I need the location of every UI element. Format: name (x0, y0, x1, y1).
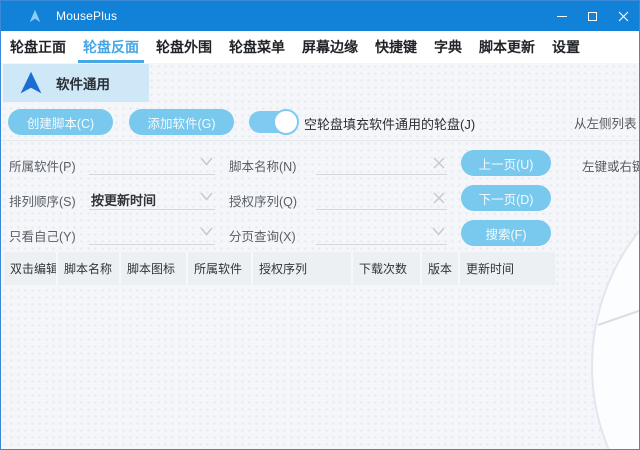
close-icon (618, 11, 629, 22)
tab-label: 轮盘外围 (156, 37, 212, 57)
toolbar-divider (1, 140, 639, 141)
main-tab-bar: 轮盘正面 轮盘反面 轮盘外围 轮盘菜单 屏幕边缘 快捷键 字典 脚本更新 设置 (1, 31, 639, 63)
owner-software-dropdown[interactable] (89, 151, 215, 175)
previous-page-button[interactable]: 上一页(U) (461, 150, 551, 176)
tab-label: 快捷键 (375, 37, 417, 57)
column-header-double-click-edit: 双击编辑 (4, 252, 58, 285)
section-title: 软件通用 (56, 73, 110, 93)
window-controls (546, 1, 639, 31)
sort-order-dropdown[interactable]: 按更新时间 (89, 186, 215, 210)
tab-wheel-outer[interactable]: 轮盘外围 (155, 31, 213, 63)
window-title: MousePlus (56, 9, 117, 23)
filter-row-3: 只看自己(Y) 分页查询(X) 搜索(F) (1, 219, 639, 249)
script-name-label: 脚本名称(N) (229, 156, 296, 175)
fill-empty-wheel-toggle-label[interactable]: 空轮盘填充软件通用的轮盘(J) (304, 114, 475, 133)
content-area: 软件通用 创建脚本(C) 添加软件(G) 空轮盘填充软件通用的轮盘(J) 从左侧… (1, 63, 639, 449)
column-header-script-name: 脚本名称 (58, 252, 121, 285)
toggle-knob (273, 109, 299, 135)
maximize-button[interactable] (577, 1, 608, 31)
column-header-version: 版本 (422, 252, 460, 285)
tab-label: 轮盘反面 (83, 37, 139, 57)
title-bar: MousePlus (1, 1, 639, 31)
filter-row-1: 所属软件(P) 脚本名称(N) 上一页(U) 左键或右键 (1, 149, 639, 179)
tab-label: 字典 (434, 37, 462, 57)
tab-label: 脚本更新 (479, 37, 535, 57)
license-serial-input[interactable] (316, 186, 447, 210)
fill-empty-wheel-toggle[interactable] (249, 111, 297, 133)
minimize-icon (557, 16, 567, 17)
tab-dictionary[interactable]: 字典 (433, 31, 463, 63)
chevron-down-icon[interactable] (432, 227, 445, 236)
search-button[interactable]: 搜索(F) (461, 220, 551, 246)
tab-label: 屏幕边缘 (302, 37, 358, 57)
add-software-button[interactable]: 添加软件(G) (129, 109, 234, 135)
column-header-download-count: 下载次数 (353, 252, 422, 285)
app-window: MousePlus 轮盘正面 轮盘反面 轮盘外围 轮盘菜单 屏幕边缘 快捷键 字… (0, 0, 640, 450)
tab-screen-edge[interactable]: 屏幕边缘 (301, 31, 359, 63)
chevron-down-icon[interactable] (200, 227, 213, 236)
tab-wheel-back[interactable]: 轮盘反面 (82, 31, 140, 63)
minimize-button[interactable] (546, 1, 577, 31)
maximize-icon (588, 12, 597, 21)
app-logo-icon (27, 8, 43, 24)
next-page-button[interactable]: 下一页(D) (461, 185, 551, 211)
column-header-update-time: 更新时间 (460, 252, 555, 285)
column-header-owner-software: 所属软件 (188, 252, 253, 285)
license-serial-label: 授权序列(Q) (229, 191, 297, 210)
create-script-button[interactable]: 创建脚本(C) (8, 109, 113, 135)
chevron-down-icon[interactable] (200, 192, 213, 201)
dropdown-value: 按更新时间 (91, 190, 156, 209)
owner-software-label: 所属软件(P) (9, 156, 76, 175)
clear-x-icon[interactable] (433, 157, 445, 169)
only-mine-dropdown[interactable] (89, 221, 215, 245)
script-table-header: 双击编辑 脚本名称 脚本图标 所属软件 授权序列 下载次数 版本 更新时间 (4, 252, 555, 285)
row-hint-text: 左键或右键 (582, 156, 639, 175)
cursor-triangle-icon (18, 70, 44, 96)
column-header-license-serial: 授权序列 (253, 252, 353, 285)
only-mine-label: 只看自己(Y) (9, 226, 76, 245)
tab-label: 轮盘菜单 (229, 37, 285, 57)
tab-label: 轮盘正面 (10, 37, 66, 57)
script-name-input[interactable] (316, 151, 447, 175)
chevron-down-icon[interactable] (200, 157, 213, 166)
sidebar-item-software-common[interactable]: 软件通用 (3, 64, 149, 102)
tab-hotkeys[interactable]: 快捷键 (374, 31, 418, 63)
filter-row-2: 排列顺序(S) 按更新时间 授权序列(Q) 下一页(D) (1, 184, 639, 214)
sort-order-label: 排列顺序(S) (9, 191, 76, 210)
page-query-dropdown[interactable] (316, 221, 447, 245)
right-hint-text: 从左侧列表 (574, 113, 637, 132)
close-button[interactable] (608, 1, 639, 31)
page-query-label: 分页查询(X) (229, 226, 296, 245)
tab-wheel-menu[interactable]: 轮盘菜单 (228, 31, 286, 63)
tab-script-update[interactable]: 脚本更新 (478, 31, 536, 63)
toolbar: 创建脚本(C) 添加软件(G) 空轮盘填充软件通用的轮盘(J) 从左侧列表 (1, 109, 639, 135)
tab-label: 设置 (552, 37, 580, 57)
tab-settings[interactable]: 设置 (551, 31, 581, 63)
clear-x-icon[interactable] (433, 192, 445, 204)
tab-wheel-front[interactable]: 轮盘正面 (9, 31, 67, 63)
column-header-script-icon: 脚本图标 (121, 252, 188, 285)
